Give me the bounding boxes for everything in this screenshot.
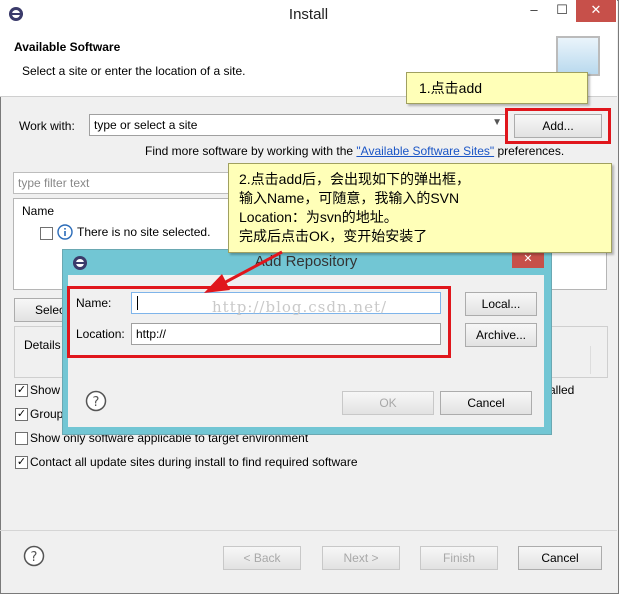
install-graphic-icon [556,36,600,76]
svg-text:?: ? [93,395,100,410]
empty-message: There is no site selected. [77,225,211,239]
page-subtitle: Select a site or enter the location of a… [22,64,246,78]
filter-input[interactable]: type filter text [13,172,233,194]
show-latest-label: Show [30,383,61,397]
find-more-text: Find more software by working with the "… [145,144,564,158]
cancel-button[interactable]: Cancel [518,546,602,570]
info-icon [57,224,73,240]
ok-button[interactable]: OK [342,391,434,415]
group-by-category-checkbox[interactable]: ✓ [15,408,28,421]
show-applicable-checkbox[interactable] [15,432,28,445]
back-button[interactable]: < Back [223,546,301,570]
dialog-help-icon[interactable]: ? [85,390,107,412]
annotation-note-2-line-4: 完成后点击OK，变开始安装了 [239,228,428,244]
help-icon[interactable]: ? [23,545,45,567]
contact-update-sites-checkbox[interactable]: ✓ [15,456,28,469]
work-with-combo[interactable]: type or select a site ▼ [89,114,507,136]
watermark: http://blog.csdn.net/ [212,298,388,316]
group-by-category-label: Group [30,407,64,421]
annotation-note-2-line-2: 输入Name，可随意，我输入的SVN [239,190,460,206]
annotation-note-2-line-3: Location：为svn的地址。 [239,209,398,225]
details-label: Details [24,338,61,352]
hide-installed-fragment: alled [549,383,575,397]
find-more-suffix: preferences. [494,144,565,158]
work-with-label: Work with: [19,119,75,133]
find-more-prefix: Find more software by working with the [145,144,357,158]
work-with-placeholder: type or select a site [94,118,198,132]
maximize-button[interactable]: ☐ [548,0,576,22]
fields-highlight-box [67,286,451,358]
details-scrollbar[interactable] [590,346,605,374]
dialog-title: Add Repository [254,253,358,270]
show-latest-checkbox[interactable]: ✓ [15,384,28,397]
annotation-note-1: 1.点击add [406,72,588,104]
chevron-down-icon[interactable]: ▼ [492,117,502,128]
svg-text:?: ? [31,550,38,565]
available-software-sites-link[interactable]: "Available Software Sites" [356,144,494,158]
footer-separator [0,530,617,531]
close-button[interactable]: ✕ [576,0,616,22]
annotation-note-2: 2.点击add后，会出现如下的弹出框， 输入Name，可随意，我输入的SVN L… [228,163,612,253]
page-title: Available Software [14,40,121,54]
archive-button[interactable]: Archive... [465,323,537,347]
add-highlight-box [505,108,611,144]
site-checkbox[interactable] [40,227,53,240]
column-name[interactable]: Name [22,204,54,218]
finish-button[interactable]: Finish [420,546,498,570]
local-button[interactable]: Local... [465,292,537,316]
annotation-note-2-line-1: 2.点击add后，会出现如下的弹出框， [239,171,471,187]
next-button[interactable]: Next > [322,546,400,570]
minimize-button[interactable]: – [520,0,548,22]
contact-update-sites-label: Contact all update sites during install … [30,455,358,469]
filter-placeholder: type filter text [18,176,90,190]
annotation-note-1-text: 1.点击add [419,80,483,96]
dialog-cancel-button[interactable]: Cancel [440,391,532,415]
